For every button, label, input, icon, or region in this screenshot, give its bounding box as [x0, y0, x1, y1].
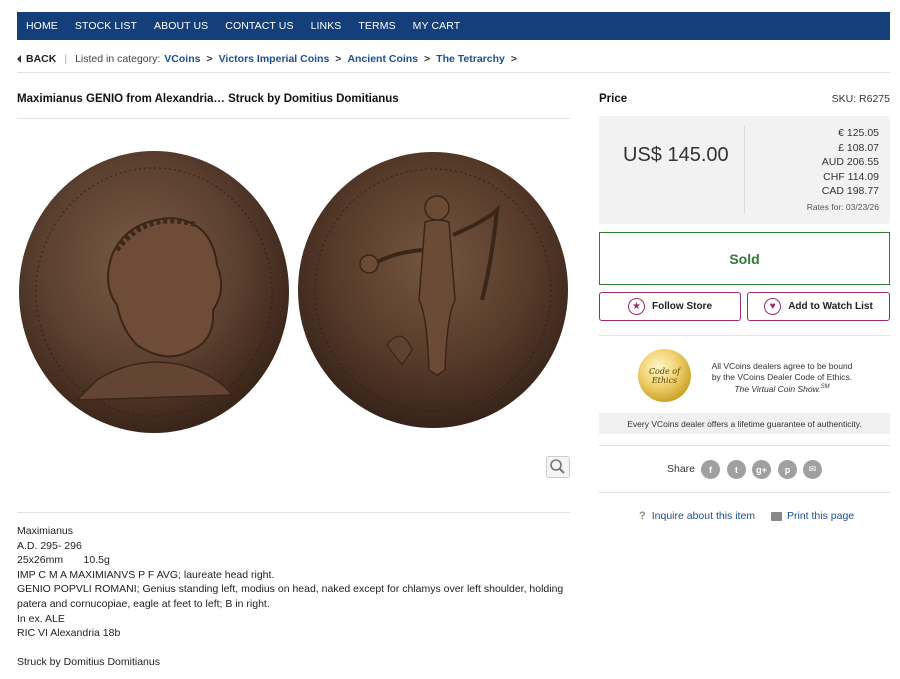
- divider: [599, 492, 890, 493]
- nav-stock-list[interactable]: STOCK LIST: [75, 20, 137, 32]
- ethics-statement: All VCoins dealers agree to be bound by …: [711, 361, 853, 382]
- inquire-link[interactable]: ? Inquire about this item: [639, 510, 755, 522]
- price-chf: CHF 114.09: [823, 170, 879, 183]
- desc-line: GENIO POPVLI ROMANI; Genius standing lef…: [17, 583, 564, 610]
- top-navbar: HOME STOCK LIST ABOUT US CONTACT US LINK…: [17, 12, 890, 40]
- desc-line: Maximianus: [17, 525, 74, 537]
- virtual-coin-show: The Virtual Coin Show.SM: [734, 383, 830, 394]
- price-main: US$ 145.00: [623, 144, 729, 166]
- breadcrumb-chevron-icon: >: [335, 53, 342, 65]
- desc-line: RIC VI Alexandria 18b: [17, 627, 121, 640]
- breadcrumb-vcoins[interactable]: VCoins: [164, 53, 200, 65]
- print-link[interactable]: Print this page: [771, 510, 854, 522]
- share-label: Share: [667, 463, 696, 475]
- product-description: Maximianus A.D. 295- 296 25x26mm 10.5g I…: [17, 524, 577, 670]
- breadcrumb-divider: |: [64, 53, 68, 65]
- breadcrumb-chevron-icon: >: [206, 53, 213, 65]
- divider: [599, 445, 890, 446]
- breadcrumb: BACK | Listed in category: VCoins > Vict…: [17, 52, 890, 66]
- price-label: Price: [599, 93, 628, 105]
- pinterest-icon[interactable]: p: [778, 460, 797, 479]
- code-of-ethics-seal[interactable]: Code of Ethics: [638, 349, 691, 402]
- seal-text: Code of Ethics: [648, 366, 681, 385]
- nav-terms[interactable]: TERMS: [358, 20, 395, 32]
- twitter-icon[interactable]: t: [727, 460, 746, 479]
- divider: [17, 118, 570, 119]
- nav-links[interactable]: LINKS: [311, 20, 342, 32]
- rates-date: Rates for: 03/23/26: [806, 202, 879, 212]
- price-gbp: £ 108.07: [838, 141, 879, 154]
- star-icon: ★: [628, 298, 645, 315]
- watch-list-label: Add to Watch List: [788, 301, 873, 312]
- add-to-watch-list-button[interactable]: ♥ Add to Watch List: [747, 292, 890, 321]
- breadcrumb-chevron-icon: >: [424, 53, 431, 65]
- price-box: US$ 145.00 € 125.05 £ 108.07 AUD 206.55 …: [599, 116, 890, 224]
- follow-store-label: Follow Store: [652, 301, 712, 312]
- magnifier-icon: [550, 459, 565, 474]
- divider: [599, 335, 890, 336]
- code-of-ethics-text: All VCoins dealers agree to be bound by …: [706, 361, 858, 394]
- question-icon: ?: [639, 510, 646, 522]
- coin-obverse: [19, 151, 289, 433]
- product-image[interactable]: [17, 140, 570, 450]
- google-plus-icon[interactable]: g+: [752, 460, 771, 479]
- sku: SKU: R6275: [831, 93, 890, 105]
- coin-photo: [19, 151, 568, 433]
- coin-reverse: [298, 152, 568, 428]
- facebook-icon[interactable]: f: [701, 460, 720, 479]
- desc-line: 25x26mm 10.5g: [17, 554, 110, 567]
- sold-status: Sold: [599, 232, 890, 285]
- inquire-label: Inquire about this item: [651, 510, 756, 522]
- breadcrumb-tetrarchy[interactable]: The Tetrarchy: [436, 53, 505, 65]
- breadcrumb-ancient-coins[interactable]: Ancient Coins: [347, 53, 418, 65]
- back-link[interactable]: BACK: [17, 53, 56, 65]
- breadcrumb-victors[interactable]: Victors Imperial Coins: [219, 53, 330, 65]
- divider: [17, 72, 890, 73]
- email-icon[interactable]: ✉: [803, 460, 822, 479]
- listed-in-label: Listed in category:: [75, 53, 161, 65]
- currency-conversions: € 125.05 £ 108.07 AUD 206.55 CHF 114.09 …: [822, 126, 879, 199]
- price-cad: CAD 198.77: [821, 185, 879, 197]
- price-aud: AUD 206.55: [821, 156, 879, 168]
- divider: [17, 512, 570, 513]
- print-label: Print this page: [787, 510, 855, 522]
- desc-line: A.D. 295- 296: [17, 539, 82, 552]
- breadcrumb-chevron-icon: >: [510, 53, 517, 65]
- back-arrow-icon: [17, 55, 21, 63]
- price-eur: € 125.05: [838, 127, 879, 139]
- desc-line: IMP C M A MAXIMIANVS P F AVG; laureate h…: [17, 568, 275, 581]
- nav-my-cart[interactable]: MY CART: [413, 20, 461, 32]
- authenticity-guarantee: Every VCoins dealer offers a lifetime gu…: [599, 413, 890, 434]
- nav-about-us[interactable]: ABOUT US: [154, 20, 208, 32]
- desc-line: In ex. ALE: [17, 612, 65, 625]
- product-title: Maximianus GENIO from Alexandria… Struck…: [17, 93, 399, 105]
- follow-store-button[interactable]: ★ Follow Store: [599, 292, 741, 321]
- back-label: BACK: [26, 53, 57, 65]
- printer-icon: [771, 511, 782, 521]
- struck-by: Struck by Domitius Domitianus: [17, 656, 160, 669]
- nav-home[interactable]: HOME: [26, 20, 58, 32]
- zoom-icon[interactable]: [546, 456, 570, 478]
- nav-contact-us[interactable]: CONTACT US: [225, 20, 293, 32]
- heart-icon: ♥: [764, 298, 782, 315]
- price-divider: [744, 126, 745, 214]
